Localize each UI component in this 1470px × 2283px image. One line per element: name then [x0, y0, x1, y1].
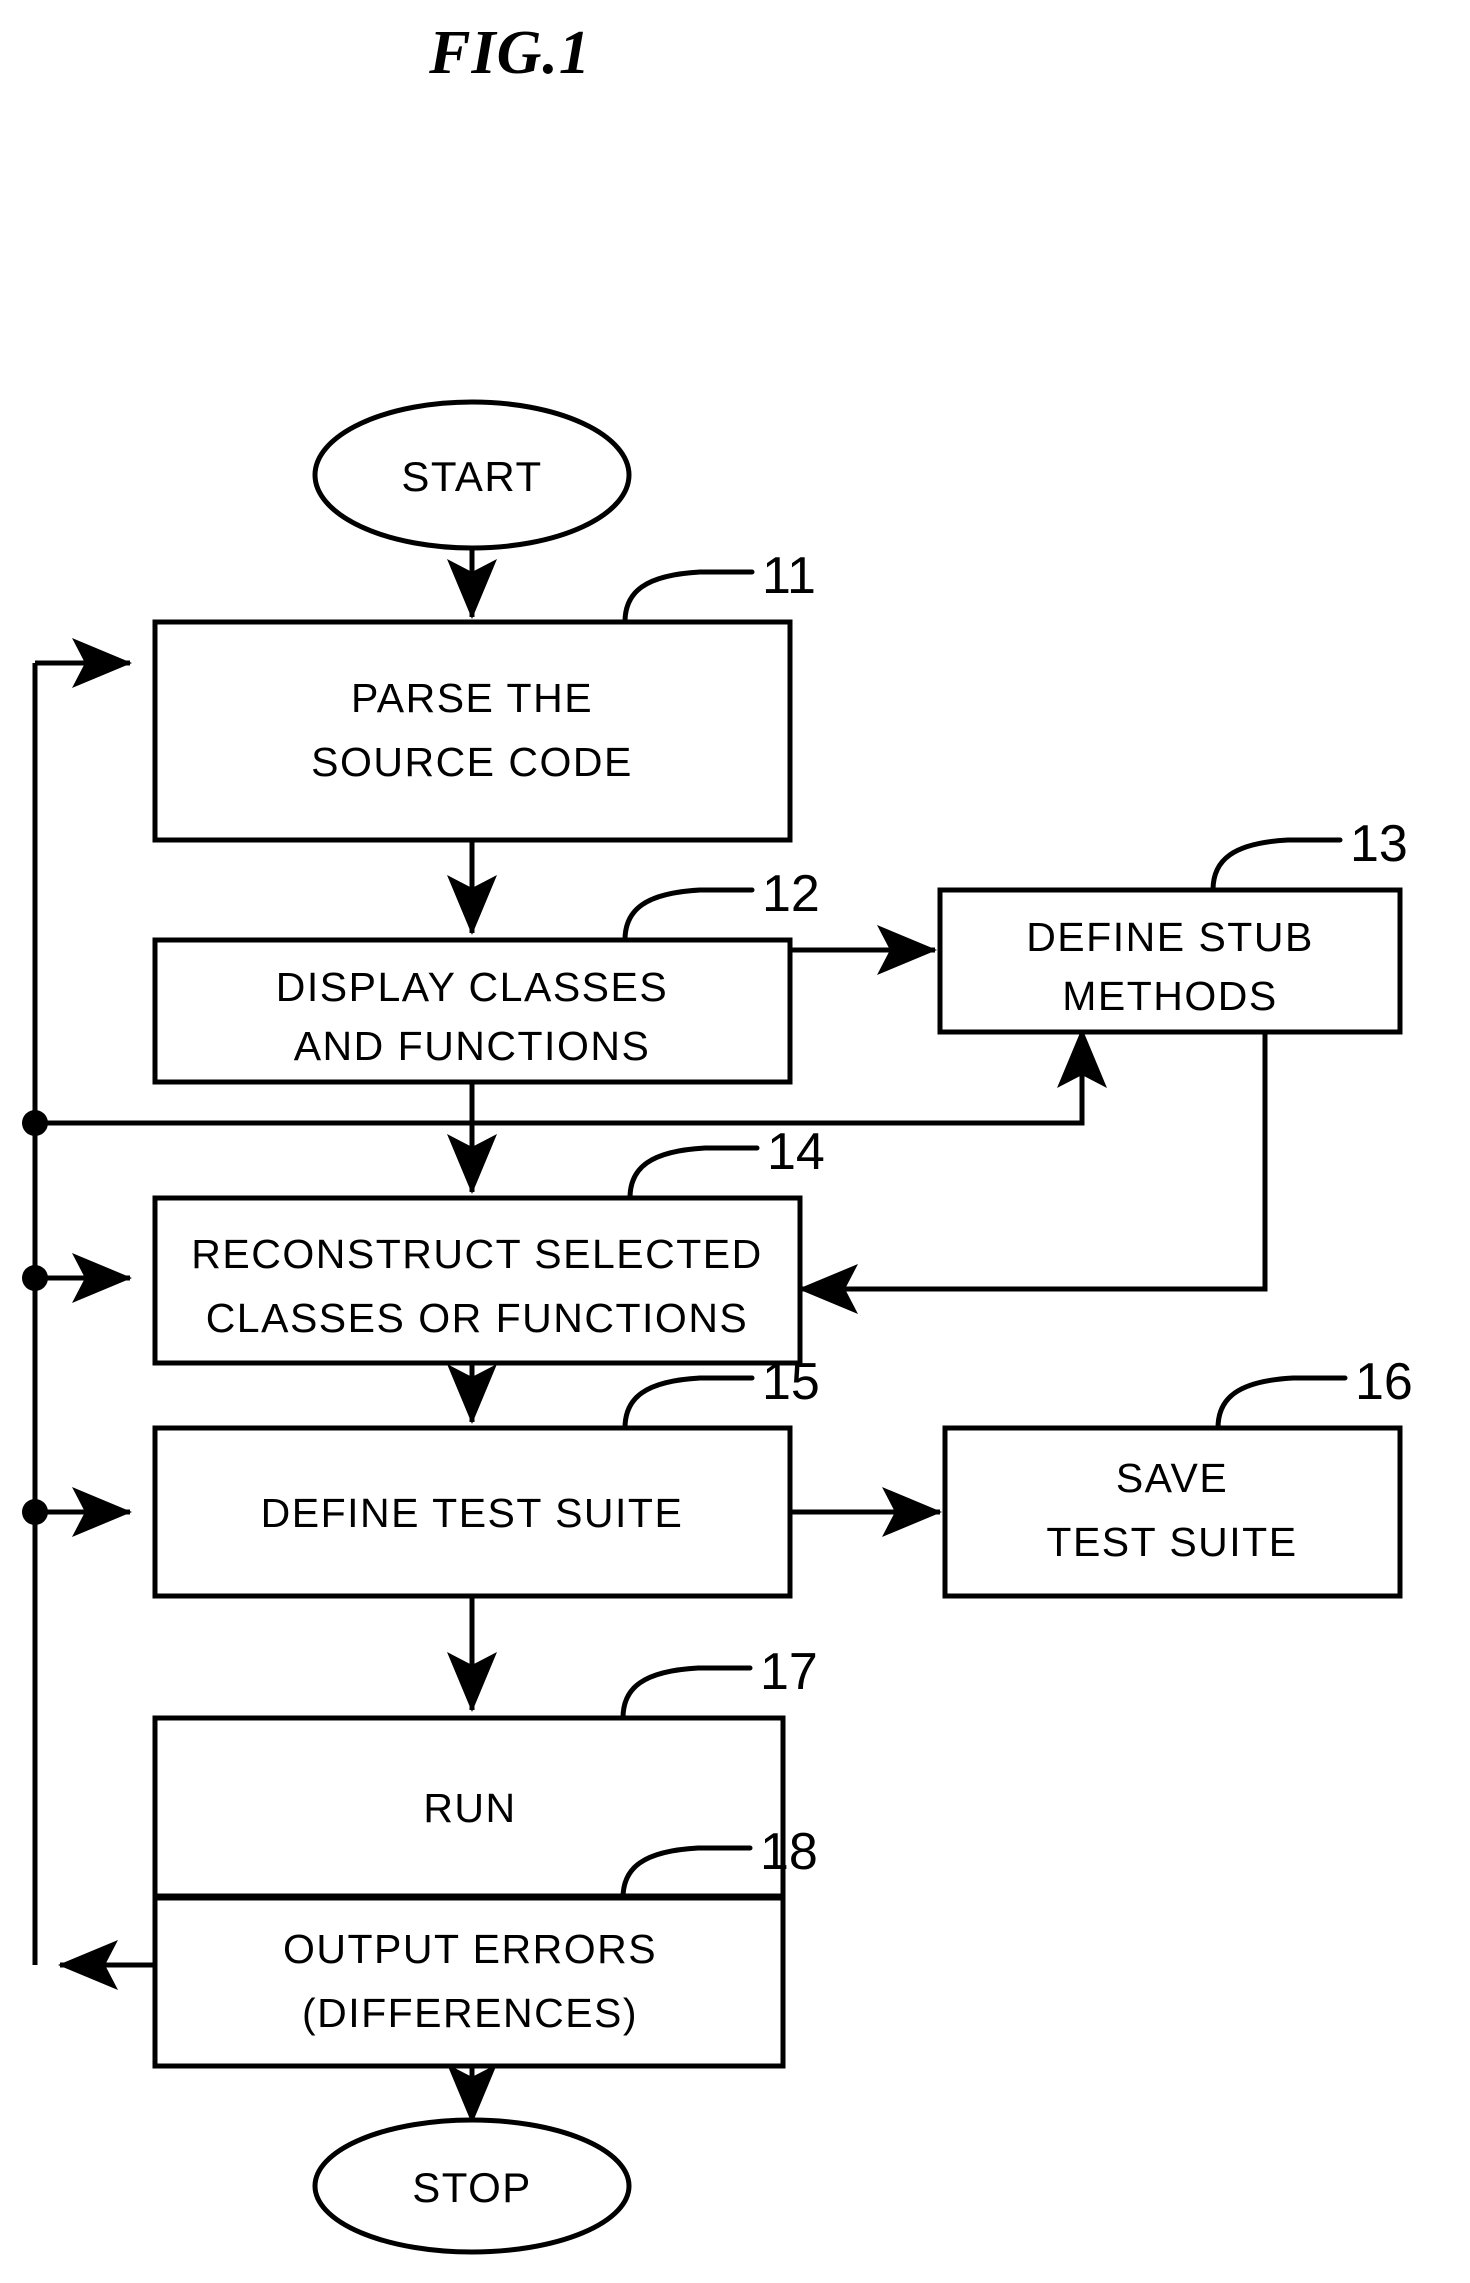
ref-number-14: 14: [767, 1123, 825, 1181]
step-13-line-1: DEFINE STUB: [1026, 914, 1314, 960]
step-box-18[interactable]: [152, 1895, 786, 2069]
ref-number-11: 11: [762, 547, 816, 605]
step-11-line-1: PARSE THE: [351, 675, 593, 721]
step-box-16[interactable]: [942, 1425, 1403, 1599]
junction-dot-stub: [22, 1110, 48, 1136]
ref-number-12: 12: [762, 865, 820, 923]
leader-line-15: [622, 1375, 755, 1431]
step-17-line-1: RUN: [423, 1785, 516, 1831]
ref-number-17: 17: [760, 1643, 818, 1701]
leader-line-17: [620, 1665, 753, 1721]
step-12-line-1: DISPLAY CLASSES: [276, 964, 668, 1010]
junction-dot-test-suite: [22, 1499, 48, 1525]
leader-line-11: [622, 569, 755, 625]
step-14-line-2: CLASSES OR FUNCTIONS: [206, 1295, 749, 1341]
step-18-line-1: OUTPUT ERRORS: [283, 1926, 657, 1972]
connector-define-stub-to-reconstruct: [798, 1030, 1268, 1314]
leader-line-12: [622, 887, 755, 943]
leader-line-13: [1210, 837, 1343, 893]
start-terminator-label: START: [401, 453, 542, 500]
ref-number-18: 18: [760, 1823, 818, 1881]
flowchart-canvas: START PARSE THE SOURCE CODE 11 DISPLAY C…: [22, 399, 1413, 2255]
ref-number-16: 16: [1355, 1353, 1413, 1411]
ref-number-13: 13: [1350, 815, 1408, 873]
step-box-11[interactable]: [152, 619, 793, 843]
step-16-line-2: TEST SUITE: [1046, 1519, 1297, 1565]
step-15-line-1: DEFINE TEST SUITE: [261, 1490, 684, 1536]
figure-page: FIG.1 START PARSE THE SOURCE CODE 11 DIS…: [0, 0, 1470, 2283]
step-12-line-2: AND FUNCTIONS: [294, 1023, 651, 1069]
junction-dot-reconstruct: [22, 1265, 48, 1291]
step-14-line-1: RECONSTRUCT SELECTED: [191, 1231, 762, 1277]
step-13-line-2: METHODS: [1062, 973, 1278, 1019]
step-18-line-2: (DIFFERENCES): [302, 1990, 638, 2036]
step-11-line-2: SOURCE CODE: [311, 739, 633, 785]
leader-line-14: [627, 1145, 760, 1201]
stop-terminator-label: STOP: [412, 2164, 532, 2211]
ref-number-15: 15: [762, 1353, 820, 1411]
leader-line-16: [1215, 1375, 1348, 1431]
step-16-line-1: SAVE: [1116, 1455, 1228, 1501]
